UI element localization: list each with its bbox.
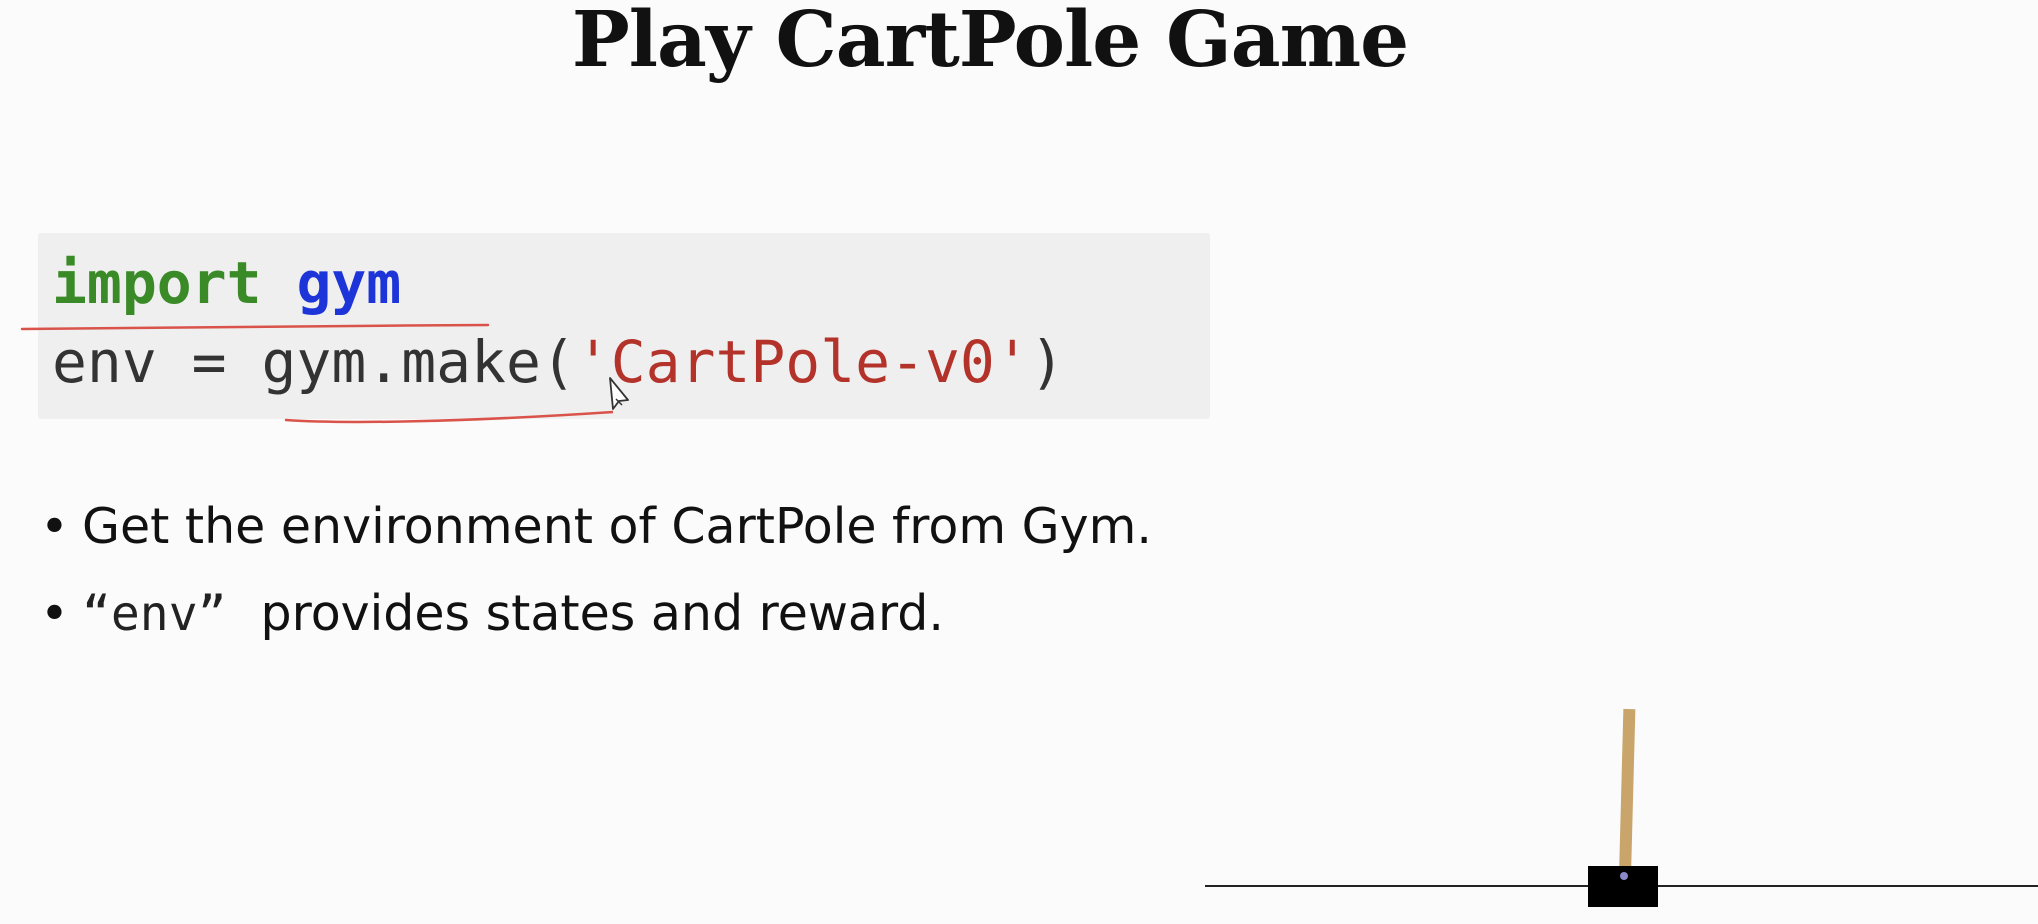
inline-code-close-quote: ” [197, 586, 227, 642]
inline-code-env: env [110, 586, 198, 642]
bullet-marker: • [40, 585, 69, 642]
code-module-gym: gym [296, 249, 402, 317]
inline-code-open-quote: “ [82, 586, 111, 642]
bullet-marker: • [40, 498, 69, 555]
slide-title: Play CartPole Game [571, 0, 1409, 85]
code-env-assignment: env = gym.make( [52, 328, 576, 396]
code-keyword-import: import [52, 249, 262, 317]
annotation-underline-make [284, 410, 613, 424]
bullet-list: • Get the environment of CartPole from Gy… [40, 497, 1152, 644]
bullet-item: • “env” provides states and reward. [40, 584, 1152, 644]
bullet-text: Get the environment of CartPole from Gym… [82, 498, 1152, 555]
bullet-text: provides states and reward. [260, 585, 944, 642]
slide: Play CartPole Game import gym env = gym.… [0, 0, 2038, 924]
pole [1618, 708, 1636, 886]
code-line-make-env: env = gym.make('CartPole-v0') [52, 329, 1065, 395]
annotation-underline-import [20, 323, 490, 331]
pen-cursor-icon [609, 377, 629, 410]
bullet-item: • Get the environment of CartPole from Gy… [40, 497, 1152, 557]
code-string-env-id: 'CartPole-v0' [575, 328, 1030, 396]
cartpole-render [1205, 708, 2038, 907]
code-line-import: import gym [52, 250, 401, 316]
code-close-paren: ) [1029, 328, 1065, 396]
axle [1620, 872, 1628, 880]
